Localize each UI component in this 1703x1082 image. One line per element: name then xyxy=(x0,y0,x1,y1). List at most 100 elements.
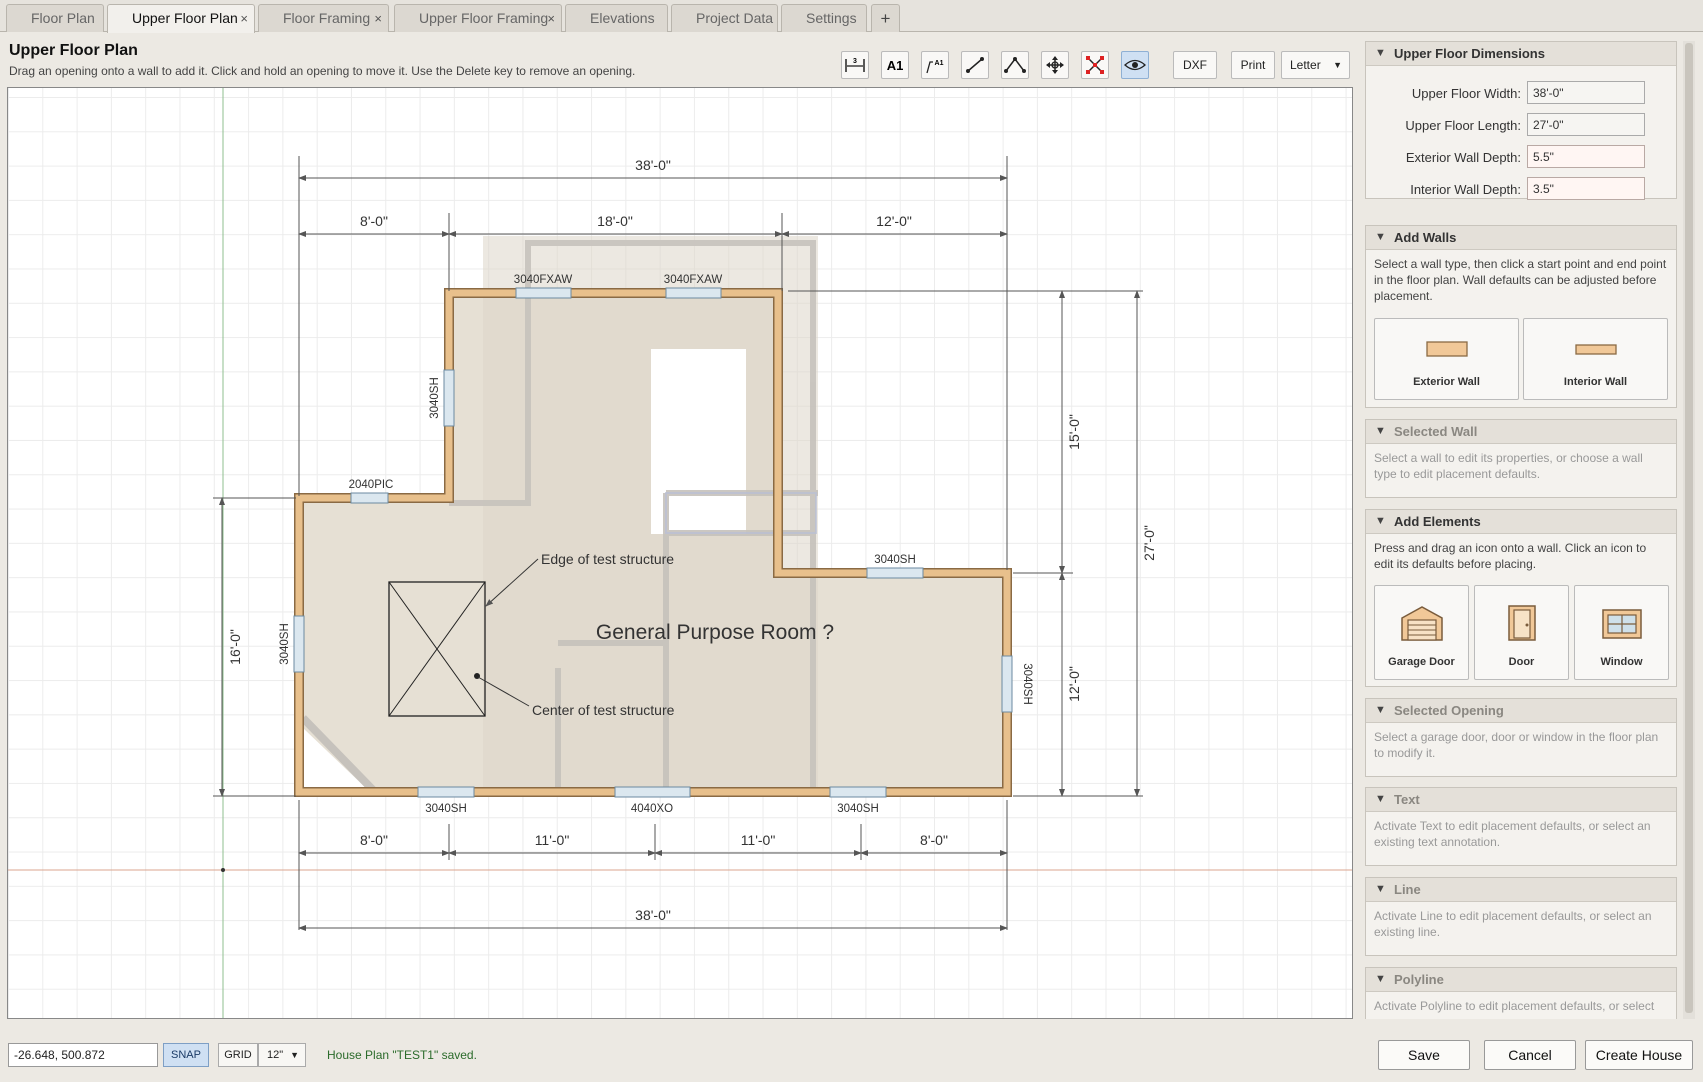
section-header[interactable]: ▼ Polyline xyxy=(1366,968,1676,992)
cancel-button[interactable]: Cancel xyxy=(1484,1040,1576,1070)
dimension-label: 12'-0" xyxy=(1066,666,1082,702)
cursor-coordinates-field[interactable] xyxy=(8,1043,158,1067)
window-mid-step[interactable] xyxy=(866,567,924,579)
window-bottom-2[interactable] xyxy=(614,786,691,798)
dxf-button[interactable]: DXF xyxy=(1173,51,1217,79)
width-row: Upper Floor Width: xyxy=(1366,81,1677,105)
int-wall-row: Interior Wall Depth: xyxy=(1366,177,1677,201)
tab-label: Floor Plan xyxy=(31,10,95,26)
section-header[interactable]: ▼ Selected Opening xyxy=(1366,699,1676,723)
window-top-2[interactable] xyxy=(665,287,722,299)
window-bottom-3[interactable] xyxy=(829,786,887,798)
floor-plan-canvas[interactable]: 3040FXAW 3040FXAW 3040SH 2040PIC 3040SH … xyxy=(7,87,1353,1019)
close-icon[interactable]: × xyxy=(547,5,555,32)
int-wall-label: Interior Wall Depth: xyxy=(1410,182,1521,197)
opening-label: 3040FXAW xyxy=(664,274,723,286)
selected-wall-section: ▼ Selected Wall Select a wall to edit its… xyxy=(1365,419,1677,498)
window-left-upper[interactable] xyxy=(443,369,455,427)
opening-label: 3040SH xyxy=(429,377,441,419)
paper-size-select[interactable]: Letter ▼ xyxy=(1281,51,1350,79)
close-icon[interactable]: × xyxy=(240,5,248,32)
print-button[interactable]: Print xyxy=(1231,51,1275,79)
leader-text-tool-button[interactable]: A1 xyxy=(921,51,949,79)
tab-settings[interactable]: Settings xyxy=(781,4,867,32)
section-description: Press and drag an icon onto a wall. Clic… xyxy=(1374,541,1647,571)
window-step[interactable] xyxy=(350,492,389,504)
save-button[interactable]: Save xyxy=(1378,1040,1470,1070)
window-button[interactable]: Window xyxy=(1574,585,1669,680)
button-caption: Interior Wall xyxy=(1563,376,1628,388)
text-tool-button[interactable]: A1 xyxy=(881,51,909,79)
tab-upper-floor-framing[interactable]: Upper Floor Framing × xyxy=(394,4,562,32)
create-house-button[interactable]: Create House xyxy=(1585,1040,1693,1070)
section-description: Activate Line to edit placement defaults… xyxy=(1374,909,1652,939)
panel-scrollbar[interactable] xyxy=(1683,41,1695,1019)
dimension-label: 11'-0" xyxy=(535,832,570,848)
collapse-triangle-icon: ▼ xyxy=(1375,515,1386,527)
button-caption: Door xyxy=(1508,656,1535,668)
dimension-label: 12'-0" xyxy=(876,213,912,229)
close-icon[interactable]: × xyxy=(374,5,382,32)
exterior-wall-button[interactable]: Exterior Wall xyxy=(1374,318,1519,400)
section-header[interactable]: ▼ Add Walls xyxy=(1366,226,1676,250)
opening-label: 3040SH xyxy=(1021,663,1033,705)
section-title: Add Walls xyxy=(1394,230,1457,245)
section-description: Activate Text to edit placement defaults… xyxy=(1374,819,1651,849)
exterior-wall-depth-field[interactable] xyxy=(1527,145,1645,168)
snap-toggle[interactable]: SNAP xyxy=(163,1043,209,1067)
annotation-edge[interactable]: Edge of test structure xyxy=(541,551,674,567)
section-header[interactable]: ▼ Line xyxy=(1366,878,1676,902)
tab-floor-plan[interactable]: Floor Plan xyxy=(6,4,104,32)
window-right[interactable] xyxy=(1001,655,1013,713)
section-header[interactable]: ▼ Text xyxy=(1366,788,1676,812)
upper-floor-width-field[interactable] xyxy=(1527,81,1645,104)
tab-upper-floor-plan[interactable]: Upper Floor Plan × xyxy=(107,4,255,33)
section-title: Upper Floor Dimensions xyxy=(1394,46,1545,61)
section-header[interactable]: ▼ Add Elements xyxy=(1366,510,1676,534)
garage-door-button[interactable]: Garage Door xyxy=(1374,585,1469,680)
opening-label: 3040SH xyxy=(837,803,879,815)
grid-toggle[interactable]: GRID xyxy=(218,1043,258,1067)
visibility-toggle-button[interactable] xyxy=(1121,51,1149,79)
door-button[interactable]: Door xyxy=(1474,585,1569,680)
line-icon xyxy=(966,57,984,73)
move-tool-button[interactable] xyxy=(1041,51,1069,79)
annotation-center[interactable]: Center of test structure xyxy=(532,702,675,718)
interior-wall-button[interactable]: Interior Wall xyxy=(1523,318,1668,400)
section-title: Line xyxy=(1394,882,1421,897)
window-top-1[interactable] xyxy=(515,287,572,299)
tab-project-data[interactable]: Project Data xyxy=(671,4,778,32)
line-section: ▼ Line Activate Line to edit placement de… xyxy=(1365,877,1677,956)
selected-opening-section: ▼ Selected Opening Select a garage door, … xyxy=(1365,698,1677,777)
window-bottom-1[interactable] xyxy=(417,786,475,798)
collapse-triangle-icon: ▼ xyxy=(1375,425,1386,437)
interior-wall-depth-field[interactable] xyxy=(1527,177,1645,200)
window-left-lower[interactable] xyxy=(293,615,305,673)
tab-floor-framing[interactable]: Floor Framing × xyxy=(258,4,389,32)
room-label[interactable]: General Purpose Room ? xyxy=(596,621,834,644)
interior-wall-icon xyxy=(1574,344,1617,355)
dimension-icon: 3 xyxy=(845,58,865,72)
polyline-tool-button[interactable] xyxy=(1001,51,1029,79)
scrollbar-thumb[interactable] xyxy=(1685,43,1693,1013)
grid-size-select[interactable]: 12" ▼ xyxy=(258,1043,306,1067)
section-title: Text xyxy=(1394,792,1420,807)
chevron-down-icon: ▼ xyxy=(1333,60,1342,70)
tab-elevations[interactable]: Elevations xyxy=(565,4,668,32)
collapse-triangle-icon: ▼ xyxy=(1375,973,1386,985)
width-label: Upper Floor Width: xyxy=(1411,86,1521,101)
tab-label: Upper Floor Framing xyxy=(419,10,549,26)
dimension-tool-button[interactable]: 3 xyxy=(841,51,869,79)
chevron-down-icon: ▼ xyxy=(290,1050,299,1060)
line-tool-button[interactable] xyxy=(961,51,989,79)
opening-label: 3040FXAW xyxy=(514,274,573,286)
section-header[interactable]: ▼ Selected Wall xyxy=(1366,420,1676,444)
delete-tool-button[interactable] xyxy=(1081,51,1109,79)
tab-label: Floor Framing xyxy=(283,10,371,26)
add-tab-button[interactable]: + xyxy=(871,4,900,32)
length-row: Upper Floor Length: xyxy=(1366,113,1677,137)
upper-floor-length-field[interactable] xyxy=(1527,113,1645,136)
section-header[interactable]: ▼ Upper Floor Dimensions xyxy=(1366,42,1676,66)
section-title: Polyline xyxy=(1394,972,1444,987)
dimension-label: 8'-0" xyxy=(360,832,388,848)
